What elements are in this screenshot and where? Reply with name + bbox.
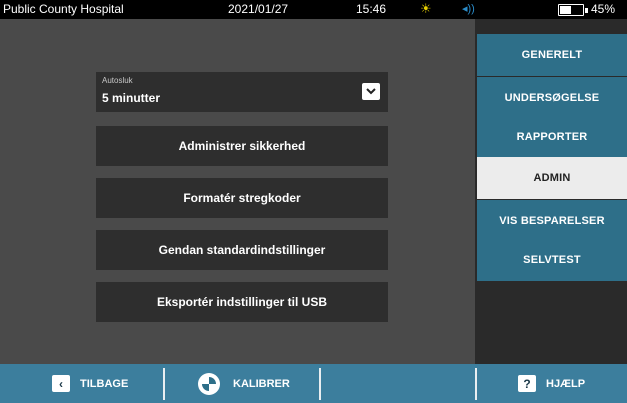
help-icon: ? bbox=[518, 375, 536, 392]
divider bbox=[319, 368, 321, 400]
back-label: TILBAGE bbox=[80, 377, 129, 390]
menu-item-rapporter[interactable]: RAPPORTER bbox=[477, 116, 627, 158]
admin-settings-panel: Autosluk 5 minutter Administrer sikkerhe… bbox=[0, 19, 475, 364]
manage-security-button[interactable]: Administrer sikkerhed bbox=[96, 126, 388, 166]
autosluk-value: 5 minutter bbox=[102, 91, 161, 105]
calibrate-button[interactable]: KALIBRER bbox=[198, 364, 290, 403]
help-button[interactable]: ? HJÆLP bbox=[518, 364, 585, 403]
status-bar: Public County Hospital 2021/01/27 15:46 … bbox=[0, 0, 627, 19]
export-settings-usb-button[interactable]: Eksportér indstillinger til USB bbox=[96, 282, 388, 322]
status-date: 2021/01/27 bbox=[228, 2, 289, 16]
hospital-name: Public County Hospital bbox=[3, 2, 124, 16]
back-button[interactable]: ‹ TILBAGE bbox=[52, 364, 128, 403]
menu-item-generelt[interactable]: GENERELT bbox=[477, 34, 627, 76]
menu-item-undersogelse[interactable]: UNDERSØGELSE bbox=[477, 77, 627, 119]
battery-percent: 45% bbox=[591, 2, 616, 16]
brightness-icon: ☀ bbox=[420, 1, 432, 16]
speaker-icon: ◂)) bbox=[462, 3, 475, 15]
format-barcodes-button[interactable]: Formatér stregkoder bbox=[96, 178, 388, 218]
menu-item-vis-besparelser[interactable]: VIS BESPARELSER bbox=[477, 200, 627, 242]
chevron-down-icon[interactable] bbox=[362, 83, 380, 100]
battery-icon bbox=[558, 4, 588, 16]
help-label: HJÆLP bbox=[546, 377, 586, 390]
autosluk-dropdown[interactable]: Autosluk 5 minutter bbox=[96, 72, 388, 112]
menu-item-selvtest[interactable]: SELVTEST bbox=[477, 239, 627, 281]
calibrate-label: KALIBRER bbox=[233, 377, 290, 390]
autosluk-label: Autosluk bbox=[102, 76, 133, 85]
restore-defaults-button[interactable]: Gendan standardindstillinger bbox=[96, 230, 388, 270]
bottom-bar: ‹ TILBAGE KALIBRER ? HJÆLP bbox=[0, 364, 627, 403]
menu-item-admin[interactable]: ADMIN bbox=[477, 157, 627, 199]
status-time: 15:46 bbox=[356, 2, 387, 16]
calibrate-icon bbox=[198, 372, 220, 395]
side-menu: GENERELT UNDERSØGELSE RAPPORTER ADMIN VI… bbox=[475, 19, 627, 364]
divider bbox=[475, 368, 477, 400]
divider bbox=[163, 368, 165, 400]
chevron-left-icon: ‹ bbox=[52, 375, 70, 392]
